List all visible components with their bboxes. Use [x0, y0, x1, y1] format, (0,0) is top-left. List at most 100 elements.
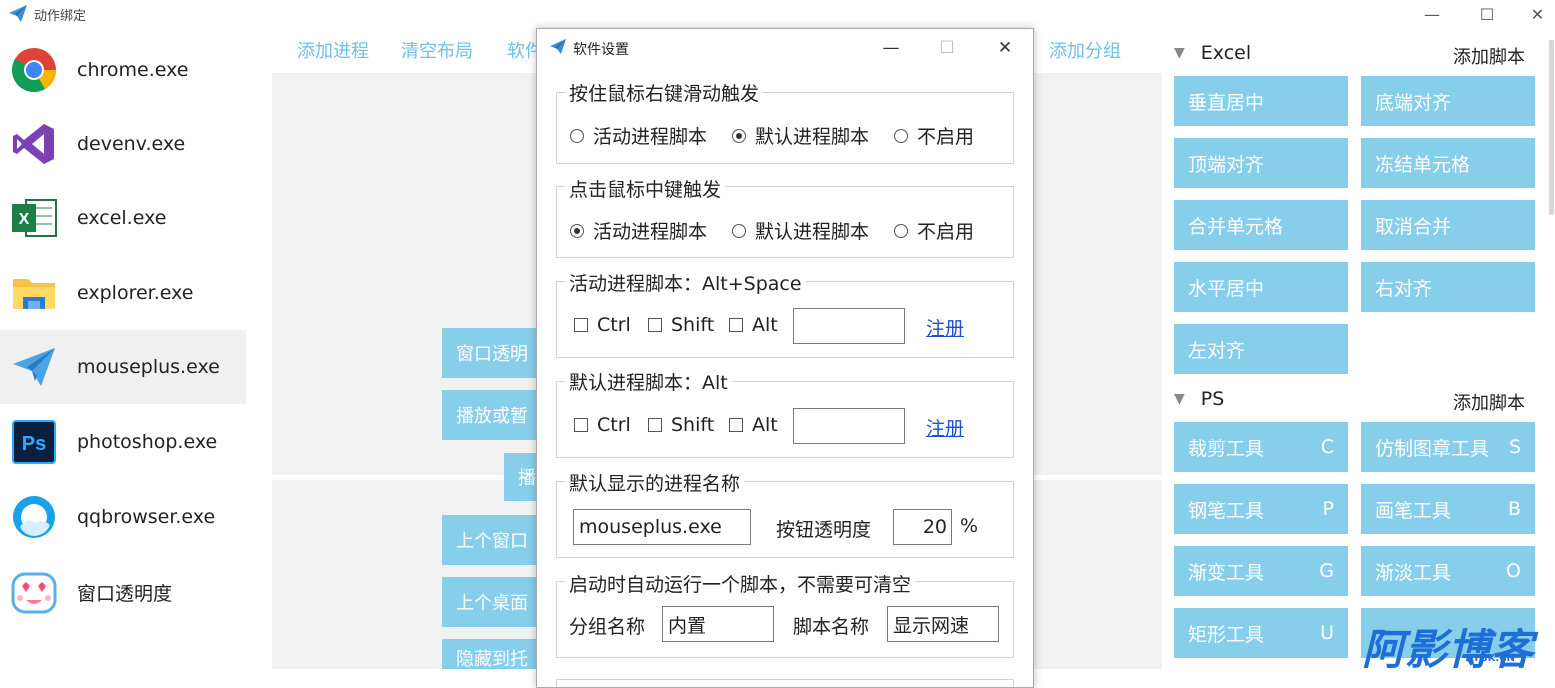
shortcut-key: C [1320, 436, 1334, 458]
checkbox[interactable] [648, 418, 662, 432]
script-button[interactable]: 渐变工具 G [1174, 546, 1348, 596]
radio-default-script[interactable]: 默认进程脚本 [732, 217, 869, 244]
watermark-logo: 阿影博客 [1362, 625, 1535, 674]
shift-checkbox[interactable]: Shift [648, 314, 714, 336]
add-group-button[interactable]: 添加分组 [1049, 37, 1121, 63]
process-label: explorer.exe [77, 282, 194, 304]
group-header-ps[interactable]: ▼ PS [1174, 388, 1224, 410]
script-button[interactable]: 水平居中 [1174, 262, 1348, 312]
vertical-scrollbar[interactable] [1549, 40, 1554, 215]
radio-active-script[interactable]: 活动进程脚本 [570, 217, 707, 244]
script-button[interactable]: 左对齐 [1174, 324, 1348, 374]
canvas-button-previous-desktop[interactable]: 上个桌面 [442, 577, 538, 627]
script-label: 水平居中 [1188, 277, 1265, 300]
process-item-photoshop[interactable]: Ps photoshop.exe [0, 405, 246, 479]
close-button[interactable]: ✕ [1520, 0, 1555, 28]
option-label: 不启用 [917, 126, 975, 148]
dialog-maximize-button[interactable]: ☐ [927, 35, 967, 61]
process-item-excel[interactable]: X excel.exe [0, 181, 246, 255]
radio-disabled[interactable]: 不启用 [894, 122, 974, 149]
default-process-input[interactable]: mouseplus.exe [573, 509, 751, 545]
script-label: 渐变工具 [1188, 561, 1265, 584]
checkbox[interactable] [574, 318, 588, 332]
radio-button[interactable] [894, 223, 908, 238]
radio-button[interactable] [732, 223, 746, 238]
svg-text:Ps: Ps [22, 433, 46, 455]
radio-default-script[interactable]: 默认进程脚本 [732, 122, 869, 149]
script-button[interactable]: 合并单元格 [1174, 200, 1348, 250]
alt-checkbox[interactable]: Alt [729, 414, 778, 436]
script-button[interactable]: 钢笔工具 P [1174, 484, 1348, 534]
maximize-button[interactable]: ☐ [1464, 0, 1510, 28]
active-hotkey-input[interactable] [793, 308, 905, 344]
option-label: 活动进程脚本 [593, 126, 708, 148]
cute-face-icon [8, 566, 60, 618]
dialog-minimize-button[interactable]: — [871, 35, 911, 61]
script-button[interactable]: 仿制图章工具 S [1361, 422, 1535, 472]
group-header-excel[interactable]: ▼ Excel [1174, 42, 1251, 64]
script-button[interactable]: 顶端对齐 [1174, 138, 1348, 188]
canvas-button-previous-window[interactable]: 上个窗口 [442, 515, 538, 565]
shortcut-key: S [1508, 436, 1521, 458]
script-button[interactable]: 裁剪工具 C [1174, 422, 1348, 472]
group-legend: 按住鼠标右键滑动触发 [565, 79, 764, 106]
process-item-qqbrowser[interactable]: qqbrowser.exe [0, 480, 246, 554]
add-process-button[interactable]: 添加进程 [297, 37, 369, 63]
process-item-explorer[interactable]: explorer.exe [0, 256, 246, 330]
canvas-button-hide-to-tray[interactable]: 隐藏到托 [442, 639, 538, 669]
register-active-hotkey-link[interactable]: 注册 [926, 314, 964, 341]
script-label: 底端对齐 [1375, 91, 1452, 114]
triangle-down-icon: ▼ [1174, 45, 1185, 61]
ctrl-checkbox[interactable]: Ctrl [574, 414, 631, 436]
radio-active-script[interactable]: 活动进程脚本 [570, 122, 707, 149]
minimize-button[interactable]: — [1409, 0, 1455, 28]
script-label: 取消合并 [1375, 215, 1452, 238]
radio-button[interactable] [570, 223, 584, 238]
opacity-input[interactable]: 20 [893, 509, 952, 545]
canvas-button-window-opacity[interactable]: 窗口透明 [442, 328, 538, 378]
radio-disabled[interactable]: 不启用 [894, 217, 974, 244]
group-legend: 默认显示的进程名称 [565, 469, 745, 496]
script-button[interactable]: 右对齐 [1361, 262, 1535, 312]
group-legend: 点击鼠标中键触发 [565, 175, 726, 202]
add-script-button-ps[interactable]: 添加脚本 [1453, 389, 1525, 415]
register-default-hotkey-link[interactable]: 注册 [926, 414, 964, 441]
radio-button[interactable] [570, 128, 584, 143]
ctrl-checkbox[interactable]: Ctrl [574, 314, 631, 336]
dialog-close-button[interactable]: ✕ [985, 35, 1025, 61]
group-name-input[interactable]: 内置 [662, 606, 774, 642]
group-legend: 活动进程脚本：Alt+Space [565, 269, 806, 296]
clear-layout-button[interactable]: 清空布局 [401, 37, 473, 63]
script-button[interactable]: 垂直居中 [1174, 76, 1348, 126]
process-item-mouseplus[interactable]: mouseplus.exe [0, 330, 246, 404]
photoshop-icon: Ps [8, 416, 60, 468]
process-item-window-opacity[interactable]: 窗口透明度 [0, 555, 246, 629]
script-button[interactable]: 底端对齐 [1361, 76, 1535, 126]
shortcut-key: U [1320, 622, 1334, 644]
process-item-devenv[interactable]: devenv.exe [0, 107, 246, 181]
checkbox[interactable] [574, 418, 588, 432]
process-item-chrome[interactable]: chrome.exe [0, 33, 246, 107]
script-button[interactable]: 冻结单元格 [1361, 138, 1535, 188]
paper-plane-icon [8, 4, 28, 24]
radio-button[interactable] [732, 128, 746, 143]
script-button[interactable]: 矩形工具 U [1174, 608, 1348, 658]
alt-checkbox[interactable]: Alt [729, 314, 778, 336]
radio-button[interactable] [894, 128, 908, 143]
title-bar: 动作绑定 — ☐ ✕ [0, 0, 1555, 28]
script-button[interactable]: 画笔工具 B [1361, 484, 1535, 534]
canvas-button-play-pause[interactable]: 播放或暂 [442, 390, 538, 440]
script-name-input[interactable]: 显示网速 [887, 606, 999, 642]
script-button[interactable]: 渐淡工具 O [1361, 546, 1535, 596]
script-button[interactable]: 取消合并 [1361, 200, 1535, 250]
default-hotkey-input[interactable] [793, 408, 905, 444]
shift-checkbox[interactable]: Shift [648, 414, 714, 436]
process-label: 窗口透明度 [77, 582, 173, 605]
checkbox[interactable] [648, 318, 662, 332]
chrome-icon [8, 44, 60, 96]
script-label: 合并单元格 [1188, 215, 1284, 238]
add-script-button-excel[interactable]: 添加脚本 [1453, 43, 1525, 69]
canvas-button-play[interactable]: 播 [504, 453, 538, 501]
checkbox[interactable] [729, 318, 743, 332]
checkbox[interactable] [729, 418, 743, 432]
